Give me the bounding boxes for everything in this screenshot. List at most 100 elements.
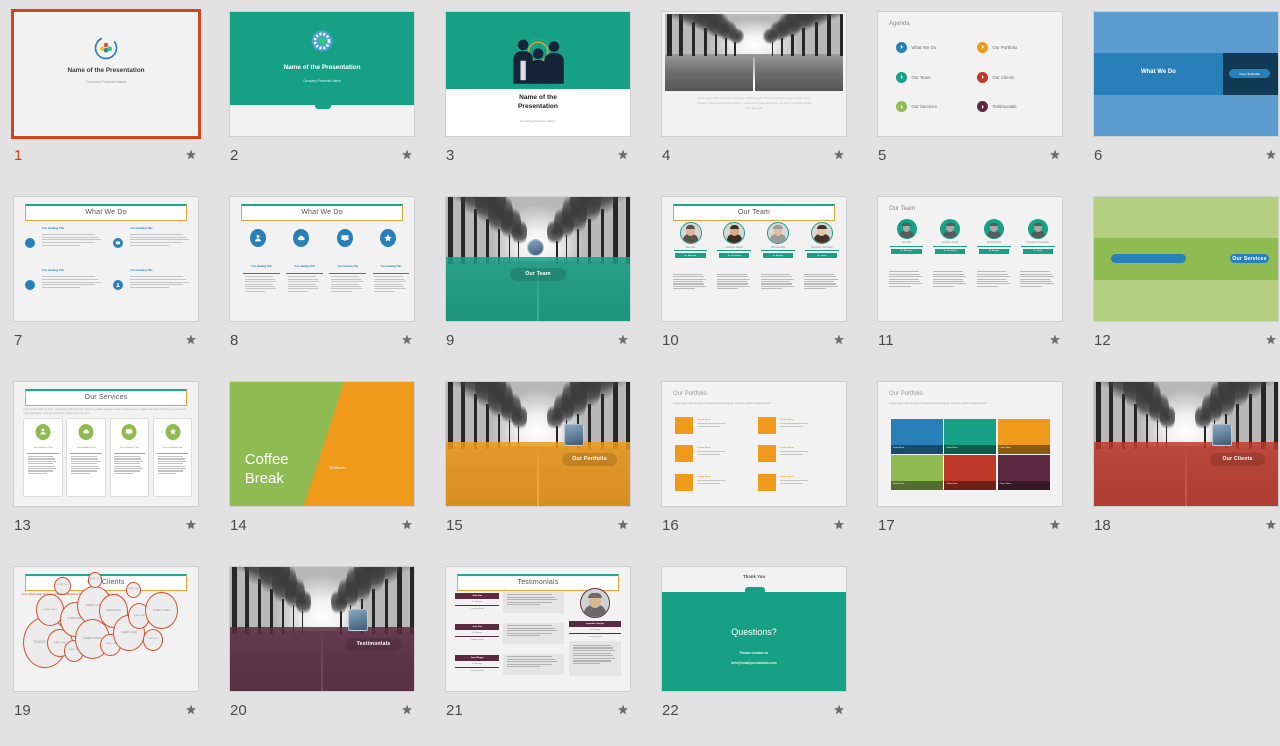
- slide-cell-21[interactable]: Testimonials John Doe Sr. Manager Compan…: [438, 561, 654, 746]
- slide-thumbnail-frame[interactable]: Our Portfolio Lorem ipsum dolor sit amet…: [659, 379, 849, 509]
- slide-cell-6[interactable]: What We Do Your Subtitle 6: [1086, 6, 1280, 191]
- slide-thumbnail[interactable]: Our Services: [1093, 196, 1279, 322]
- star-icon[interactable]: [184, 703, 198, 717]
- slide-thumbnail[interactable]: Our Services Lorem ipsum dolor sit amet,…: [13, 381, 199, 507]
- portfolio-item[interactable]: Project Name: [675, 474, 741, 491]
- star-icon[interactable]: [1264, 518, 1278, 532]
- star-icon[interactable]: [400, 333, 414, 347]
- slide-cell-19[interactable]: Our Clients Lorem ipsum dolor sit amet, …: [6, 561, 222, 746]
- slide-thumbnail-frame[interactable]: Our Team: [443, 194, 633, 324]
- slide-thumbnail-frame[interactable]: Our Portfolio: [443, 379, 633, 509]
- slide-thumbnail-frame[interactable]: Our Services Lorem ipsum dolor sit amet,…: [11, 379, 201, 509]
- slide-thumbnail-frame[interactable]: Name of the Presentation Company Present…: [11, 9, 201, 139]
- slide-cell-16[interactable]: Our Portfolio Lorem ipsum dolor sit amet…: [654, 376, 870, 561]
- slide-thumbnail-frame[interactable]: Name of thePresentation Company Presente…: [443, 9, 633, 139]
- slide-cell-10[interactable]: Our Team Jane Doe Sr. Manager Jonathan J…: [654, 191, 870, 376]
- slide-thumbnail[interactable]: Our Portfolio Lorem ipsum dolor sit amet…: [661, 381, 847, 507]
- slide-thumbnail[interactable]: Our Team Jane Doe Sr. Manager Jonathan J…: [877, 196, 1063, 322]
- service-card[interactable]: Your Heading Title: [23, 418, 63, 497]
- slide-thumbnail[interactable]: Testimonials John Doe Sr. Manager Compan…: [445, 566, 631, 692]
- slide-cell-13[interactable]: Our Services Lorem ipsum dolor sit amet,…: [6, 376, 222, 561]
- slide-cell-7[interactable]: What We Do Your Heading Title Your Headi…: [6, 191, 222, 376]
- star-icon[interactable]: [832, 148, 846, 162]
- portfolio-tile[interactable]: Project Name: [998, 419, 1050, 454]
- slide-thumbnail-frame[interactable]: What We Do Your Subtitle: [1091, 9, 1280, 139]
- star-icon[interactable]: [832, 518, 846, 532]
- star-icon[interactable]: [616, 703, 630, 717]
- slide-thumbnail[interactable]: Name of thePresentation Company Presente…: [445, 11, 631, 137]
- star-icon[interactable]: [1264, 148, 1278, 162]
- star-icon[interactable]: [1048, 333, 1062, 347]
- client-logo-bubble[interactable]: CLIENT LOGO: [143, 629, 163, 651]
- portfolio-tile[interactable]: Project Name: [891, 455, 943, 490]
- slide-thumbnail-frame[interactable]: Our Portfolio Lorem ipsum dolor sit amet…: [875, 379, 1065, 509]
- client-logo-bubble[interactable]: CLIENT LOGO: [54, 577, 71, 595]
- slide-cell-8[interactable]: What We Do Your Heading Title Your Headi…: [222, 191, 438, 376]
- star-icon[interactable]: [1048, 148, 1062, 162]
- slide-thumbnail[interactable]: Agenda What We Do Our Portfolio Our Team: [877, 11, 1063, 137]
- slide-thumbnail-frame[interactable]: Our Team Jane Doe Sr. Manager Jonathan J…: [659, 194, 849, 324]
- slide-cell-20[interactable]: Testimonials 20: [222, 561, 438, 746]
- slide-thumbnail-frame[interactable]: Our Services: [1091, 194, 1280, 324]
- star-icon[interactable]: [184, 148, 198, 162]
- portfolio-item[interactable]: Project Name: [758, 445, 824, 462]
- star-icon[interactable]: [1048, 518, 1062, 532]
- slide-thumbnail[interactable]: Testimonials: [229, 566, 415, 692]
- star-icon[interactable]: [184, 333, 198, 347]
- slide-cell-14[interactable]: CoffeeBreak 15 Minutes 14: [222, 376, 438, 561]
- slide-thumbnail-frame[interactable]: Lorem ipsum dolor sit amet, consectetur …: [659, 9, 849, 139]
- slide-thumbnail-frame[interactable]: Name of the Presentation Company Present…: [227, 9, 417, 139]
- section-label-button[interactable]: Our Team: [510, 268, 565, 282]
- slide-thumbnail-frame[interactable]: Our Clients Lorem ipsum dolor sit amet, …: [11, 564, 201, 694]
- client-logo-bubble[interactable]: CLIENT LOGO: [126, 582, 141, 598]
- portfolio-item[interactable]: Project Name: [758, 417, 824, 434]
- portfolio-item[interactable]: Project Name: [758, 474, 824, 491]
- slide-thumbnail-frame[interactable]: Testimonials John Doe Sr. Manager Compan…: [443, 564, 633, 694]
- star-icon[interactable]: [832, 703, 846, 717]
- slide-cell-5[interactable]: Agenda What We Do Our Portfolio Our Team: [870, 6, 1086, 191]
- slide-cell-17[interactable]: Our Portfolio Lorem ipsum dolor sit amet…: [870, 376, 1086, 561]
- star-icon[interactable]: [400, 518, 414, 532]
- slide-cell-4[interactable]: Lorem ipsum dolor sit amet, consectetur …: [654, 6, 870, 191]
- slide-thumbnail[interactable]: Name of the Presentation Company Present…: [229, 11, 415, 137]
- agenda-item[interactable]: Our Portfolio: [977, 42, 1017, 53]
- star-icon[interactable]: [184, 518, 198, 532]
- slide-cell-9[interactable]: Our Team 9: [438, 191, 654, 376]
- portfolio-item[interactable]: Project Name: [675, 417, 741, 434]
- slide-cell-1[interactable]: Name of the Presentation Company Present…: [6, 6, 222, 191]
- section-label-button[interactable]: Our Clients: [1210, 453, 1265, 467]
- portfolio-tile[interactable]: Project Name: [998, 455, 1050, 490]
- slide-thumbnail[interactable]: What We Do Your Subtitle: [1093, 11, 1279, 137]
- slide-thumbnail[interactable]: Our Portfolio Lorem ipsum dolor sit amet…: [877, 381, 1063, 507]
- portfolio-tile[interactable]: Project Name: [944, 455, 996, 490]
- star-icon[interactable]: [1264, 333, 1278, 347]
- star-icon[interactable]: [616, 518, 630, 532]
- slide-thumbnail[interactable]: Name of the Presentation Company Present…: [14, 12, 198, 136]
- slide-thumbnail[interactable]: Lorem ipsum dolor sit amet, consectetur …: [661, 11, 847, 137]
- section-label-button[interactable]: Our Portfolio: [562, 453, 617, 467]
- section-label-button[interactable]: Testimonials: [346, 638, 401, 652]
- section-subtitle-button[interactable]: Your Subtitle: [1229, 69, 1269, 78]
- service-card[interactable]: Your Heading Title: [110, 418, 150, 497]
- portfolio-tile[interactable]: Project Name: [891, 419, 943, 454]
- slide-thumbnail[interactable]: What We Do Your Heading Title Your Headi…: [229, 196, 415, 322]
- slide-thumbnail-frame[interactable]: Our Clients: [1091, 379, 1280, 509]
- agenda-item[interactable]: Our Team: [896, 72, 930, 83]
- star-icon[interactable]: [832, 333, 846, 347]
- portfolio-tile[interactable]: Project Name: [944, 419, 996, 454]
- slide-thumbnail-frame[interactable]: What We Do Your Heading Title Your Headi…: [11, 194, 201, 324]
- portfolio-item[interactable]: Project Name: [675, 445, 741, 462]
- slide-sorter-grid[interactable]: Name of the Presentation Company Present…: [0, 0, 1280, 720]
- slide-thumbnail-frame[interactable]: Agenda What We Do Our Portfolio Our Team: [875, 9, 1065, 139]
- slide-thumbnail[interactable]: Our Team: [445, 196, 631, 322]
- client-logo-bubble[interactable]: CLIENT LOGO: [88, 572, 103, 588]
- slide-thumbnail[interactable]: Our Portfolio: [445, 381, 631, 507]
- slide-cell-2[interactable]: Name of the Presentation Company Present…: [222, 6, 438, 191]
- slide-thumbnail-frame[interactable]: Our Team Jane Doe Sr. Manager Jonathan J…: [875, 194, 1065, 324]
- agenda-item[interactable]: Our Services: [896, 101, 936, 112]
- slide-thumbnail[interactable]: Our Clients: [1093, 381, 1279, 507]
- slide-cell-15[interactable]: Our Portfolio 15: [438, 376, 654, 561]
- star-icon[interactable]: [400, 703, 414, 717]
- star-icon[interactable]: [616, 148, 630, 162]
- agenda-item[interactable]: What We Do: [896, 42, 936, 53]
